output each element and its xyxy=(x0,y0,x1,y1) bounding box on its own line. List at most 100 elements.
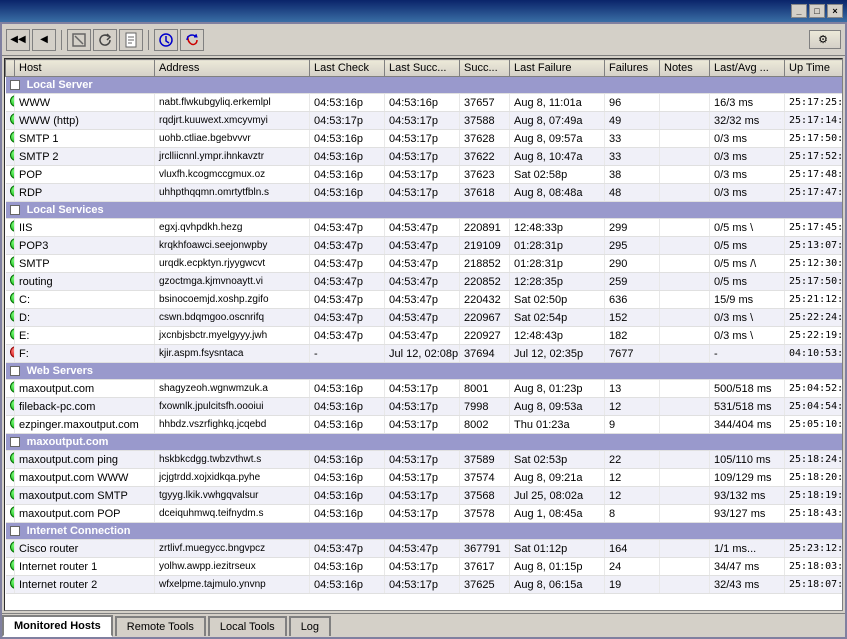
configuration-button[interactable]: ⚙ xyxy=(809,30,841,49)
col-header-address[interactable]: Address xyxy=(155,60,310,77)
disable-button[interactable] xyxy=(67,29,91,51)
expand-icon[interactable]: - xyxy=(10,526,20,536)
lastcheck-cell: 04:53:16p xyxy=(310,558,385,576)
status-cell xyxy=(6,309,15,327)
failures-cell: 24 xyxy=(605,558,660,576)
notes-cell xyxy=(660,148,710,166)
tab-log[interactable]: Log xyxy=(289,616,331,636)
address-cell: shagyzeoh.wgnwmzuk.a xyxy=(155,380,310,398)
document-button[interactable] xyxy=(119,29,143,51)
status-indicator-green xyxy=(10,381,15,393)
group-row[interactable]: - Local Services xyxy=(6,202,843,219)
reload-button[interactable] xyxy=(180,29,204,51)
minimize-button[interactable]: _ xyxy=(791,4,807,18)
lastavg-cell: 500/518 ms xyxy=(710,380,785,398)
table-row[interactable]: SMTP urqdk.ecpktyn.rjyygwcvt 04:53:47p 0… xyxy=(6,255,843,273)
failures-cell: 22 xyxy=(605,451,660,469)
table-row[interactable]: E: jxcnbjsbctr.myelgyyy.jwh 04:53:47p 04… xyxy=(6,327,843,345)
table-row[interactable]: POP3 krqkhfoawci.seejonwpby 04:53:47p 04… xyxy=(6,237,843,255)
failures-cell: 295 xyxy=(605,237,660,255)
back-button[interactable]: ◀ xyxy=(32,29,56,51)
expand-icon[interactable]: - xyxy=(10,80,20,90)
succ-cell: 37588 xyxy=(460,112,510,130)
lastfail-cell: 12:28:35p xyxy=(510,273,605,291)
lastcheck-cell: 04:53:47p xyxy=(310,540,385,558)
uptime-cell: 25:21:12:05 xyxy=(785,291,843,309)
group-row[interactable]: - Local Server xyxy=(6,77,843,94)
tab-local-tools[interactable]: Local Tools xyxy=(208,616,287,636)
lastcheck-cell: 04:53:16p xyxy=(310,130,385,148)
table-row[interactable]: fileback-pc.com fxownlk.jpulcitsfh.oooiu… xyxy=(6,398,843,416)
address-cell: egxj.qvhpdkh.hezg xyxy=(155,219,310,237)
table-row[interactable]: maxoutput.com shagyzeoh.wgnwmzuk.a 04:53… xyxy=(6,380,843,398)
uptime-cell: 25:17:50:50 xyxy=(785,130,843,148)
group-row[interactable]: - Internet Connection xyxy=(6,523,843,540)
table-row[interactable]: POP vluxfh.kcogmccgmux.oz 04:53:16p 04:5… xyxy=(6,166,843,184)
col-header-lastsucc[interactable]: Last Succ... xyxy=(385,60,460,77)
col-header-lastcheck[interactable]: Last Check xyxy=(310,60,385,77)
table-row[interactable]: maxoutput.com ping hskbkcdgg.twbzvthwt.s… xyxy=(6,451,843,469)
col-header-lastfail[interactable]: Last Failure xyxy=(510,60,605,77)
col-header-failures[interactable]: Failures xyxy=(605,60,660,77)
table-row[interactable]: RDP uhhpthqqmn.omrtytfbln.s 04:53:16p 04… xyxy=(6,184,843,202)
tab-monitored-hosts[interactable]: Monitored Hosts xyxy=(2,615,113,637)
failures-cell: 290 xyxy=(605,255,660,273)
col-header-host[interactable]: Host xyxy=(15,60,155,77)
table-row[interactable]: F: kjir.aspm.fsysntaca - Jul 12, 02:08p … xyxy=(6,345,843,363)
table-row[interactable]: maxoutput.com POP dceiquhmwq.teifnydm.s … xyxy=(6,505,843,523)
lastfail-cell: Sat 02:53p xyxy=(510,451,605,469)
status-indicator-green xyxy=(10,541,15,553)
close-button[interactable]: × xyxy=(827,4,843,18)
notes-cell xyxy=(660,291,710,309)
uptime-cell: 25:18:03:04 xyxy=(785,558,843,576)
col-header-notes[interactable]: Notes xyxy=(660,60,710,77)
status-cell xyxy=(6,469,15,487)
group-row[interactable]: - maxoutput.com xyxy=(6,434,843,451)
expand-icon[interactable]: - xyxy=(10,437,20,447)
refresh2-button[interactable] xyxy=(154,29,178,51)
col-header-succ[interactable]: Succ... xyxy=(460,60,510,77)
lastfail-cell: Aug 8, 06:15a xyxy=(510,576,605,594)
expand-icon[interactable]: - xyxy=(10,366,20,376)
tab-remote-tools[interactable]: Remote Tools xyxy=(115,616,206,636)
host-cell: Internet router 2 xyxy=(15,576,155,594)
lastsucc-cell: 04:53:17p xyxy=(385,166,460,184)
table-row[interactable]: SMTP 1 uohb.ctliae.bgebvvvr 04:53:16p 04… xyxy=(6,130,843,148)
toolbar-separator-2 xyxy=(148,30,149,50)
failures-cell: 636 xyxy=(605,291,660,309)
lastsucc-cell: 04:53:17p xyxy=(385,398,460,416)
lastfail-cell: Aug 8, 09:53a xyxy=(510,398,605,416)
table-row[interactable]: C: bsinocoemjd.xoshp.zgifo 04:53:47p 04:… xyxy=(6,291,843,309)
expand-icon[interactable]: - xyxy=(10,205,20,215)
table-row[interactable]: Cisco router zrtlivf.muegycc.bngvpcz 04:… xyxy=(6,540,843,558)
host-cell: F: xyxy=(15,345,155,363)
maximize-button[interactable]: □ xyxy=(809,4,825,18)
address-cell: nabt.flwkubgyliq.erkemlpl xyxy=(155,94,310,112)
uptime-cell: 25:18:07:25 xyxy=(785,576,843,594)
col-header-uptime[interactable]: Up Time xyxy=(785,60,843,77)
notes-cell xyxy=(660,487,710,505)
table-row[interactable]: Internet router 2 wfxelpme.tajmulo.ynvnp… xyxy=(6,576,843,594)
table-row[interactable]: D: cswn.bdqmgoo.oscnrifq 04:53:47p 04:53… xyxy=(6,309,843,327)
table-row[interactable]: ezpinger.maxoutput.com hhbdz.vszrfighkq.… xyxy=(6,416,843,434)
table-row[interactable]: routing gzoctmga.kjmvnoaytt.vi 04:53:47p… xyxy=(6,273,843,291)
host-cell: WWW (http) xyxy=(15,112,155,130)
lastsucc-cell: 04:53:17p xyxy=(385,416,460,434)
table-row[interactable]: WWW nabt.flwkubgyliq.erkemlpl 04:53:16p … xyxy=(6,94,843,112)
lastsucc-cell: 04:53:17p xyxy=(385,469,460,487)
table-row[interactable]: IIS egxj.qvhpdkh.hezg 04:53:47p 04:53:47… xyxy=(6,219,843,237)
table-row[interactable]: maxoutput.com SMTP tgyyg.lkik.vwhgqvalsu… xyxy=(6,487,843,505)
status-cell xyxy=(6,327,15,345)
group-row[interactable]: - Web Servers xyxy=(6,363,843,380)
table-row[interactable]: SMTP 2 jrclliicnnl.ympr.ihnkavztr 04:53:… xyxy=(6,148,843,166)
back-back-button[interactable]: ◀◀ xyxy=(6,29,30,51)
table-row[interactable]: Internet router 1 yolhw.awpp.iezitrseux … xyxy=(6,558,843,576)
table-row[interactable]: maxoutput.com WWW jcjgtrdd.xojxidkqa.pyh… xyxy=(6,469,843,487)
lastfail-cell: 01:28:31p xyxy=(510,255,605,273)
col-header-lastavg[interactable]: Last/Avg ... xyxy=(710,60,785,77)
refresh-button[interactable] xyxy=(93,29,117,51)
host-cell: maxoutput.com WWW xyxy=(15,469,155,487)
table-row[interactable]: WWW (http) rqdjrt.kuuwext.xmcyvmyi 04:53… xyxy=(6,112,843,130)
lastavg-cell: 531/518 ms xyxy=(710,398,785,416)
lastsucc-cell: 04:53:17p xyxy=(385,112,460,130)
